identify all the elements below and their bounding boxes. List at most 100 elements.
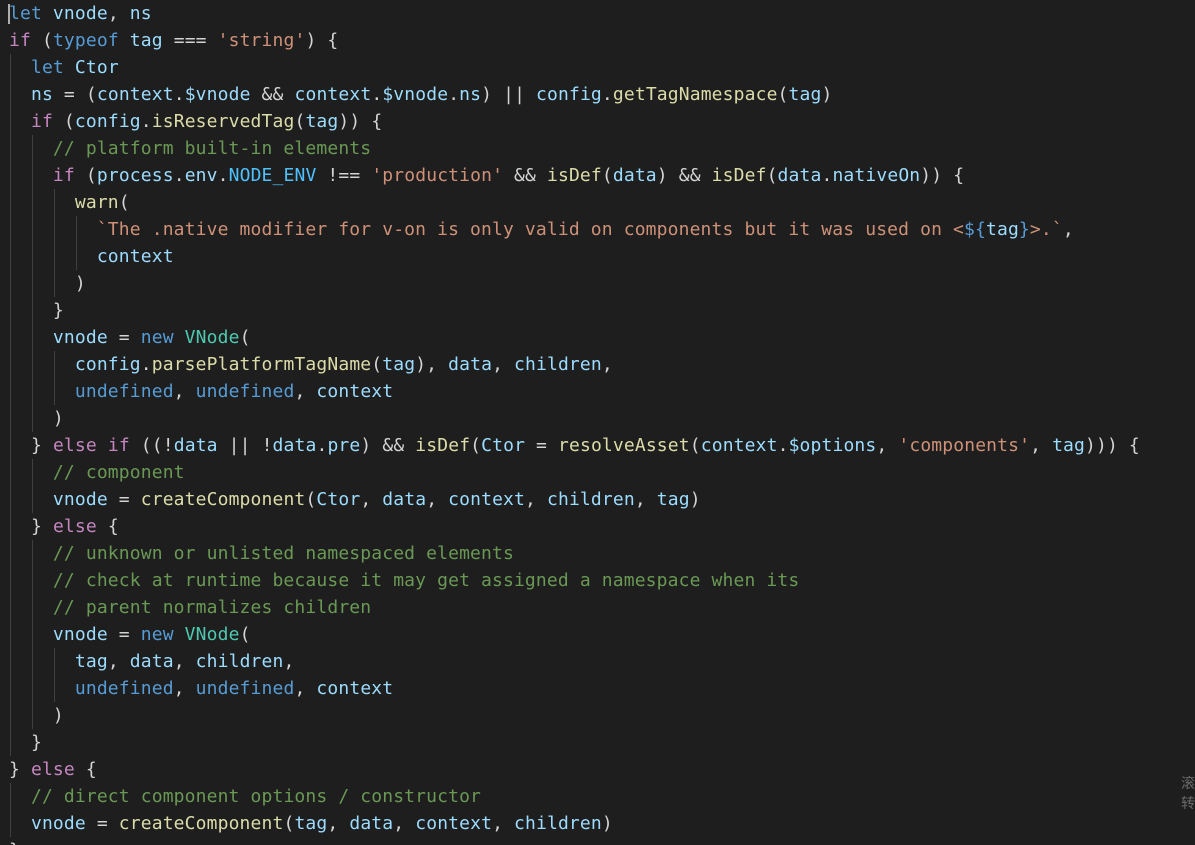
indent-guide — [10, 162, 11, 189]
code-token: context — [316, 381, 394, 402]
code-token: if — [52, 165, 75, 186]
code-token: tag — [129, 30, 163, 51]
indent-guide — [10, 675, 11, 702]
indent-guide — [31, 702, 33, 729]
code-line[interactable]: context — [9, 243, 1140, 270]
indentation — [9, 570, 53, 591]
code-token: context — [316, 678, 394, 699]
code-token: // direct component options / constructo… — [30, 786, 482, 807]
code-line[interactable]: } else if ((!data || !data.pre) && isDef… — [9, 432, 1140, 459]
indent-guide — [10, 702, 11, 729]
code-token: . — [601, 84, 613, 105]
code-line[interactable]: let vnode, ns — [8, 0, 1140, 27]
code-token: ( — [470, 435, 482, 456]
code-token: tag — [305, 111, 339, 132]
code-token: parsePlatformTagName — [151, 354, 372, 375]
code-token: children — [195, 651, 284, 672]
code-token: . — [140, 354, 152, 375]
indent-guide — [10, 729, 11, 756]
indent-guide — [10, 297, 11, 324]
indentation — [9, 705, 53, 726]
code-token: resolveAsset — [558, 435, 690, 456]
code-token: data — [129, 651, 174, 672]
code-line[interactable]: if (config.isReservedTag(tag)) { — [9, 108, 1140, 135]
indentation — [9, 381, 75, 402]
code-line[interactable]: undefined, undefined, context — [9, 378, 1140, 405]
code-line[interactable]: } else { — [9, 756, 1140, 783]
code-line[interactable]: // component — [9, 459, 1140, 486]
code-token: . — [217, 165, 229, 186]
code-line[interactable]: // direct component options / constructo… — [9, 783, 1140, 810]
code-token: ) { — [305, 30, 339, 51]
code-line[interactable]: // unknown or unlisted namespaced elemen… — [9, 540, 1140, 567]
code-token: children — [546, 489, 635, 510]
code-line[interactable]: let Ctor — [9, 54, 1140, 81]
code-token: isDef — [415, 435, 471, 456]
code-token: typeof — [52, 30, 119, 51]
indent-guide — [10, 513, 11, 540]
indent-guide — [31, 270, 33, 297]
code-line[interactable]: vnode = createComponent(tag, data, conte… — [9, 810, 1140, 837]
code-token: createComponent — [140, 489, 306, 510]
code-token: createComponent — [118, 813, 284, 834]
code-line[interactable]: vnode = new VNode( — [9, 324, 1140, 351]
code-line[interactable]: vnode = createComponent(Ctor, data, cont… — [9, 486, 1140, 513]
code-token: undefined — [195, 381, 295, 402]
code-line[interactable]: vnode = new VNode( — [9, 621, 1140, 648]
indent-guide — [75, 216, 77, 243]
indentation — [9, 165, 53, 186]
code-token: process — [96, 165, 174, 186]
indentation — [9, 543, 53, 564]
code-line[interactable]: } — [9, 729, 1140, 756]
code-line[interactable]: ) — [9, 270, 1140, 297]
indentation — [9, 786, 31, 807]
code-token: children — [514, 354, 602, 375]
code-line[interactable]: ) — [9, 702, 1140, 729]
code-line[interactable]: warn( — [9, 189, 1140, 216]
code-token: ( — [30, 30, 53, 51]
code-token: ( — [74, 165, 97, 186]
indent-guide — [10, 567, 11, 594]
indent-guide — [31, 216, 33, 243]
code-token: Ctor — [316, 489, 361, 510]
code-editor[interactable]: let vnode, ns if (typeof tag === 'string'… — [0, 0, 1195, 845]
code-token: . — [173, 165, 185, 186]
code-line[interactable]: if (typeof tag === 'string') { — [9, 27, 1140, 54]
indentation — [9, 111, 31, 132]
code-line[interactable]: // platform built-in elements — [9, 135, 1140, 162]
code-token: ( — [766, 165, 778, 186]
code-line[interactable]: } else { — [9, 513, 1140, 540]
code-token: } — [1018, 219, 1030, 240]
code-token: . — [140, 111, 152, 132]
code-token: ns — [30, 84, 53, 105]
code-line[interactable]: config.parsePlatformTagName(tag), data, … — [9, 351, 1140, 378]
indent-guide — [31, 567, 33, 594]
code-line[interactable]: // check at runtime because it may get a… — [9, 567, 1140, 594]
code-line[interactable]: ns = (context.$vnode && context.$vnode.n… — [9, 81, 1140, 108]
code-token: { — [74, 759, 97, 780]
code-area[interactable]: let vnode, ns if (typeof tag === 'string'… — [8, 0, 1140, 845]
code-line[interactable]: } — [9, 297, 1140, 324]
code-line[interactable]: } — [9, 837, 1140, 845]
code-line[interactable]: undefined, undefined, context — [9, 675, 1140, 702]
indent-guide — [10, 621, 11, 648]
code-token: ) — [689, 489, 701, 510]
code-token: vnode — [52, 489, 108, 510]
watermark-text: 滚 转 — [1181, 776, 1195, 812]
code-line[interactable]: // parent normalizes children — [9, 594, 1140, 621]
code-token: vnode — [52, 3, 108, 24]
code-token: tag — [1052, 435, 1085, 456]
code-line[interactable]: `The .native modifier for v-on is only v… — [9, 216, 1140, 243]
code-line[interactable]: ) — [9, 405, 1140, 432]
code-token: VNode — [184, 327, 240, 348]
indent-guide — [31, 324, 33, 351]
indent-guide — [10, 243, 11, 270]
code-token: ns — [129, 3, 152, 24]
indent-guide — [10, 216, 11, 243]
code-line[interactable]: tag, data, children, — [9, 648, 1140, 675]
code-line[interactable]: if (process.env.NODE_ENV !== 'production… — [9, 162, 1140, 189]
